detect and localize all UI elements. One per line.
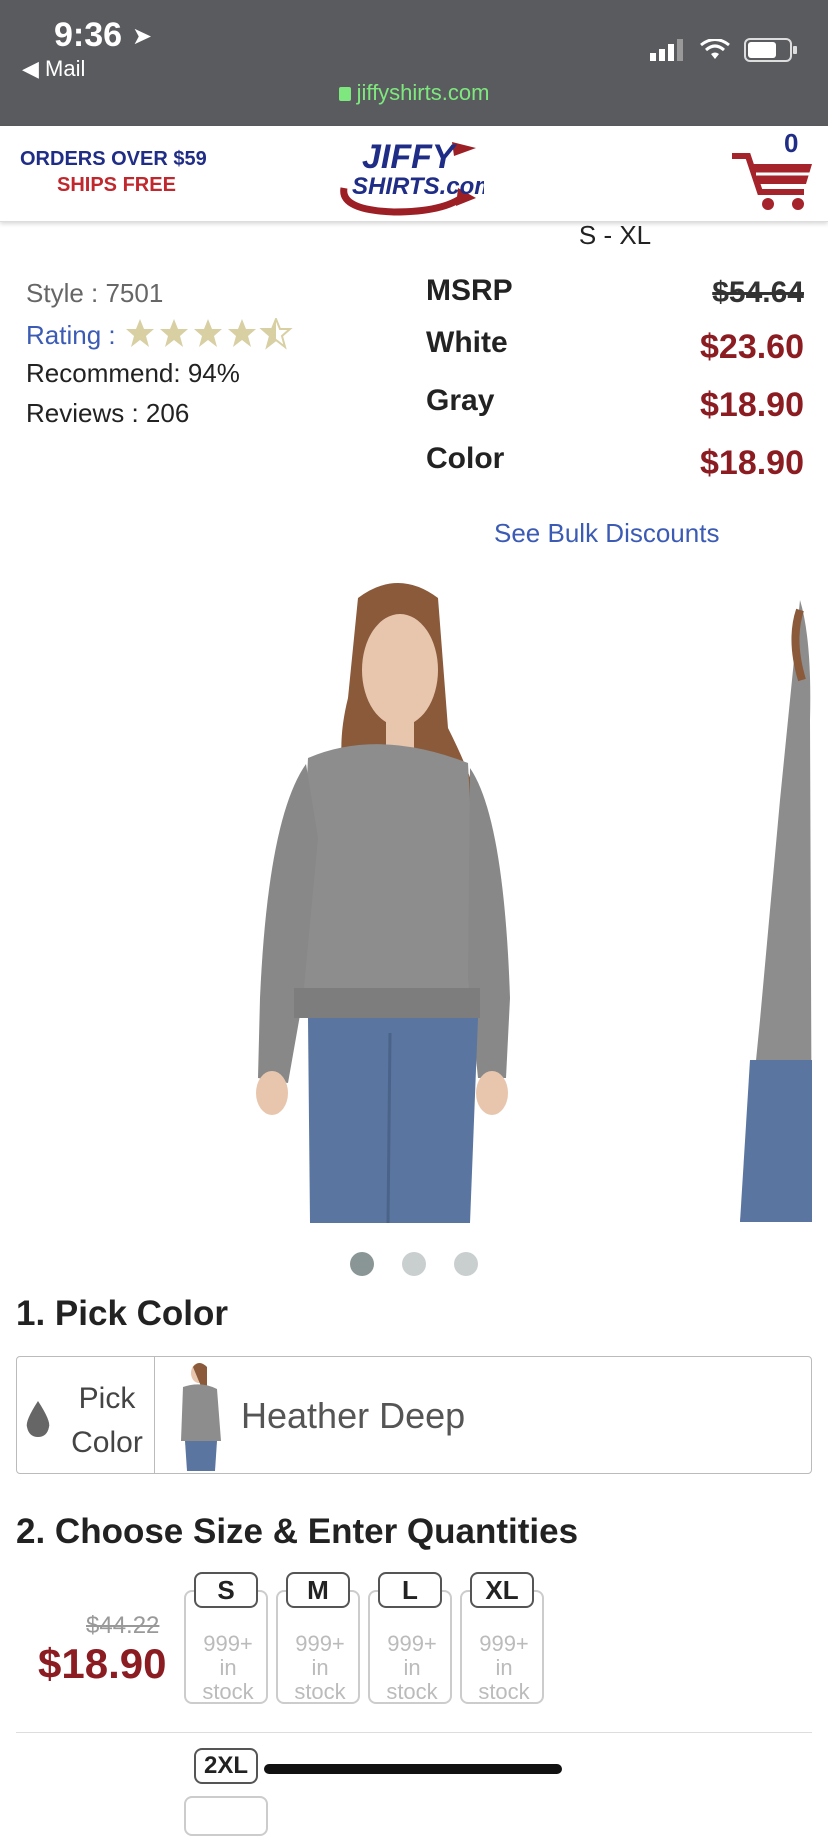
lock-icon [338, 87, 351, 101]
promo-line-2: SHIPS FREE [57, 174, 176, 196]
url-text: jiffyshirts.com [356, 80, 490, 105]
pick-color-line-1: Pick [78, 1382, 136, 1415]
pick-color-line-2: Color [71, 1426, 143, 1459]
back-to-mail-button[interactable]: ◀ Mail [22, 56, 85, 82]
stock-count: 999+ [387, 1631, 437, 1656]
droplet-icon [26, 1401, 50, 1437]
carousel-dot-3[interactable] [454, 1252, 478, 1276]
stock-word-stock: stock [202, 1679, 254, 1704]
rating-label: Rating : [26, 320, 116, 350]
stock-count: 999+ [479, 1631, 529, 1656]
price-label-gray: Gray [426, 384, 495, 417]
jiffy-shirts-logo[interactable]: JIFFY SHIRTS.com [334, 132, 484, 216]
bulk-discounts-link[interactable]: See Bulk Discounts [494, 518, 719, 549]
logo-text-jiffy: JIFFY [362, 138, 458, 176]
cellular-signal-icon [650, 39, 683, 61]
price-value-msrp: $54.64 [712, 276, 804, 309]
address-bar[interactable]: jiffyshirts.com [0, 80, 828, 106]
stock-indicator: 999+ in stock [370, 1632, 454, 1704]
pick-color-button[interactable]: Pick Color [17, 1357, 155, 1473]
size-quantity-heading: 2. Choose Size & Enter Quantities [16, 1512, 579, 1551]
stock-indicator: 999+ in stock [462, 1632, 546, 1704]
selected-color-name: Heather Deep [241, 1395, 466, 1436]
stock-indicator: 999+ in stock [186, 1632, 270, 1704]
stock-count: 999+ [295, 1631, 345, 1656]
price-value-gray: $18.90 [700, 386, 804, 424]
stock-word-in: in [403, 1655, 421, 1680]
stock-word-in: in [495, 1655, 513, 1680]
old-price: $44.22 [86, 1612, 160, 1639]
home-indicator [264, 1764, 562, 1774]
carousel-dots [0, 1252, 828, 1276]
back-triangle-icon: ◀ [22, 56, 39, 81]
price-label-msrp: MSRP [426, 274, 513, 307]
style-number: Style : 7501 [26, 278, 164, 308]
size-label: XL [470, 1572, 534, 1608]
cart-count-badge: 0 [784, 128, 799, 158]
battery-icon [744, 38, 797, 62]
section-divider [16, 1732, 812, 1733]
stock-count: 999+ [203, 1631, 253, 1656]
stock-word-in: in [219, 1655, 237, 1680]
logo-text-shirts: SHIRTS.com [352, 173, 484, 200]
color-picker[interactable]: Pick Color Heather Deep [16, 1356, 812, 1474]
site-header: ORDERS OVER $59 SHIPS FREE JIFFY SHIRTS.… [0, 126, 828, 222]
stock-indicator: 999+ in stock [278, 1632, 362, 1704]
back-label: Mail [45, 56, 86, 81]
reviews-link[interactable]: Reviews : 206 [26, 398, 189, 429]
rating-stars-icon [125, 318, 291, 348]
color-swatch-thumbnail [181, 1363, 221, 1471]
location-arrow-icon: ➤ [132, 23, 153, 50]
wifi-icon [700, 39, 730, 59]
size-label-2xl: 2XL [194, 1748, 258, 1784]
size-label: L [378, 1572, 442, 1608]
price-label-white: White [426, 326, 508, 359]
recommend-percent: Recommend: 94% [26, 358, 240, 388]
stock-word-stock: stock [294, 1679, 346, 1704]
quantity-input[interactable] [184, 1796, 268, 1836]
stock-word-stock: stock [478, 1679, 530, 1704]
price-value-color: $18.90 [700, 444, 804, 482]
stock-word-in: in [311, 1655, 329, 1680]
size-label: M [286, 1572, 350, 1608]
clock: 9:36 [54, 16, 123, 54]
status-bar: 9:36 ➤ ◀ Mail jiffyshirts.com [0, 0, 828, 126]
size-label: S [194, 1572, 258, 1608]
status-icons [650, 38, 798, 62]
current-price: $18.90 [38, 1640, 167, 1687]
price-label-color: Color [426, 442, 505, 475]
carousel-dot-2[interactable] [402, 1252, 426, 1276]
size-range: S - XL [578, 220, 652, 250]
product-photo[interactable] [248, 578, 588, 1223]
stock-word-stock: stock [386, 1679, 438, 1704]
next-product-photo-peek[interactable] [740, 600, 812, 1222]
promo-line-1: ORDERS OVER $59 [20, 148, 207, 170]
pick-color-label: Pick Color [61, 1377, 153, 1465]
rating-row[interactable]: Rating : [26, 318, 295, 351]
pick-color-heading: 1. Pick Color [16, 1294, 229, 1333]
carousel-dot-1[interactable] [350, 1252, 374, 1276]
shopping-cart-icon[interactable] [730, 136, 818, 216]
price-value-white: $23.60 [700, 328, 804, 366]
